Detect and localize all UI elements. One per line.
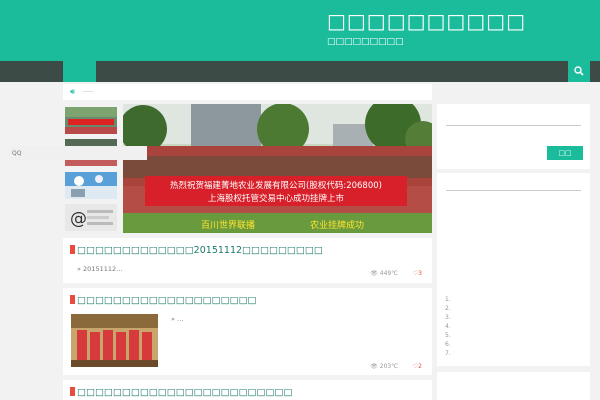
views-count: 203℃ (379, 363, 398, 370)
list-item[interactable]: 1. (445, 296, 451, 303)
list-item[interactable]: 2. (445, 305, 451, 312)
post-title-marker (70, 245, 75, 254)
search-icon (574, 66, 584, 76)
list-item[interactable]: 4. (445, 323, 451, 330)
slider-thumbnail[interactable] (65, 107, 117, 134)
post-excerpt: » … (171, 315, 184, 323)
post-likes[interactable]: ♡3 (413, 270, 422, 277)
slide-caption-right: 农业挂牌成功 (310, 219, 364, 231)
svg-text:@: @ (70, 209, 87, 229)
post-title-text[interactable]: □□□□□□□□□□□□□20151112□□□□□□□□□ (77, 245, 323, 256)
widget-divider (446, 125, 581, 126)
list-item[interactable]: 3. (445, 314, 451, 321)
speaker-icon: 🔊︎ (70, 87, 76, 96)
site-header: □□□□□□□□□□ □□□□□□□□□ (0, 0, 600, 61)
post-title-marker (70, 295, 75, 304)
site-description: □□□□□□□□□ (327, 37, 404, 47)
qq-input[interactable] (9, 146, 147, 160)
post-title-text[interactable]: □□□□□□□□□□□□□□□□□□□□ (77, 295, 257, 306)
post-card: □□□□□□□□□□□□□□□□□□□□□□□□ (63, 380, 432, 400)
post-views: 👁︎ 449℃ (370, 270, 398, 277)
list-item[interactable]: 7. (445, 350, 451, 357)
post-likes[interactable]: ♡2 (413, 363, 422, 370)
list-item[interactable]: 5. (445, 332, 451, 339)
sidebar-widget (437, 372, 590, 400)
sidebar-widget-list (437, 173, 590, 366)
widget-divider (446, 190, 581, 191)
nav-item-home[interactable] (63, 61, 96, 82)
slider-thumbnail[interactable] (65, 172, 117, 199)
main-nav (0, 61, 600, 82)
post-title[interactable]: □□□□□□□□□□□□□20151112□□□□□□□□□ (70, 245, 323, 256)
views-count: 449℃ (379, 270, 398, 277)
post-title[interactable]: □□□□□□□□□□□□□□□□□□□□□□□□ (70, 387, 292, 398)
group-photo: 热烈祝贺福建菁地农业发展有限公司(股权代码:206800) 上海股权托管交易中心… (123, 104, 432, 233)
likes-count: 3 (418, 270, 422, 277)
notice-text[interactable]: …… (82, 87, 94, 94)
post-title[interactable]: □□□□□□□□□□□□□□□□□□□□ (70, 295, 257, 306)
featured-slide[interactable]: 热烈祝贺福建菁地农业发展有限公司(股权代码:206800) 上海股权托管交易中心… (123, 104, 432, 233)
site-title[interactable]: □□□□□□□□□□ (327, 9, 526, 33)
banner-line-2: 上海股权托管交易中心成功挂牌上市 (208, 193, 345, 204)
post-thumbnail[interactable] (71, 314, 158, 367)
eye-icon: 👁︎ (370, 363, 380, 370)
slider-thumbnails: @ (63, 104, 119, 233)
list-item[interactable]: 6. (445, 341, 451, 348)
notice-bar: 🔊︎ …… (63, 84, 432, 100)
post-title-marker (70, 387, 75, 396)
banner-line-1: 热烈祝贺福建菁地农业发展有限公司(股权代码:206800) (170, 180, 382, 191)
post-title-text[interactable]: □□□□□□□□□□□□□□□□□□□□□□□□ (77, 387, 292, 398)
slide-caption-left: 百川世界联播 (201, 219, 255, 231)
post-card: □□□□□□□□□□□□□20151112□□□□□□□□□ » 2015111… (63, 238, 432, 283)
post-card: □□□□□□□□□□□□□□□□□□□□ » … 👁︎ 203℃ ♡2 (63, 288, 432, 375)
slider-thumbnail[interactable]: @ (65, 204, 117, 231)
post-excerpt: » 20151112… (77, 265, 123, 273)
eye-icon: 👁︎ (370, 270, 380, 277)
search-button[interactable] (568, 61, 590, 82)
likes-count: 2 (418, 363, 422, 370)
qq-submit-button[interactable]: □□ (547, 146, 583, 160)
post-views: 👁︎ 203℃ (370, 363, 398, 370)
